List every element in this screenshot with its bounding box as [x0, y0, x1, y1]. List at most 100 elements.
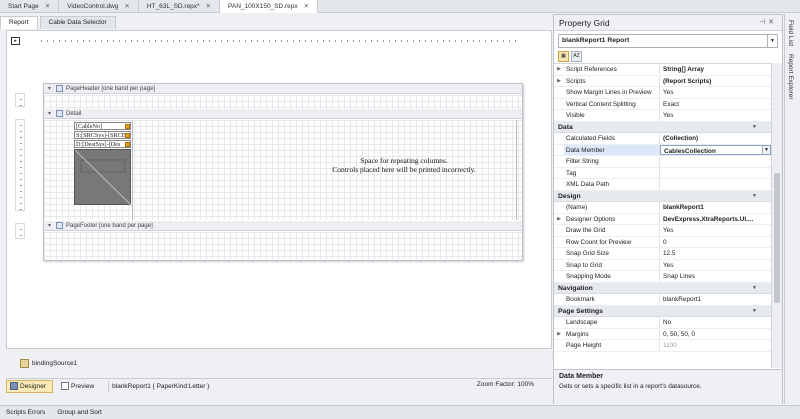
- scroll-thumb[interactable]: [774, 173, 780, 303]
- chevron-down-icon[interactable]: ▼: [752, 191, 757, 202]
- property-row[interactable]: Snap Grid Size 12.5: [554, 248, 771, 260]
- property-category[interactable]: Navigation ▼: [554, 282, 771, 294]
- designer-mode-button[interactable]: Designer: [6, 379, 54, 393]
- collapse-chevron-icon[interactable]: ▾: [48, 84, 56, 94]
- property-row[interactable]: Bookmark blankReport1: [554, 294, 771, 306]
- property-row[interactable]: Visible Yes: [554, 110, 771, 122]
- doc-tab[interactable]: VideoControl.dwg ✕: [59, 0, 139, 13]
- property-row[interactable]: Row Count for Preview 0: [554, 236, 771, 248]
- property-value[interactable]: blankReport1: [660, 202, 771, 213]
- property-value[interactable]: Yes: [660, 260, 771, 271]
- doc-tab[interactable]: HT_63L_SD.repx* ✕: [139, 0, 221, 13]
- doc-tab[interactable]: Start Page ✕: [0, 0, 60, 13]
- property-row[interactable]: XML Data Path: [554, 179, 771, 191]
- collapse-chevron-icon[interactable]: ▾: [48, 221, 56, 231]
- property-value[interactable]: Yes: [660, 110, 771, 121]
- property-value[interactable]: (Collection): [660, 133, 771, 144]
- pin-icon[interactable]: ⊣: [759, 19, 768, 26]
- band-header-pagefooter[interactable]: ▾ PageFooter [one band per page]: [44, 221, 522, 231]
- expand-arrow-icon[interactable]: ▶: [554, 214, 564, 225]
- tab-report-explorer[interactable]: Report Explorer: [787, 54, 794, 100]
- chevron-down-icon[interactable]: ▼: [762, 145, 770, 155]
- property-row[interactable]: ▶ Scripts (Report Scripts): [554, 75, 771, 87]
- zoom-factor-text[interactable]: Zoom Factor: 100%: [477, 381, 534, 388]
- property-value[interactable]: CablesCollection ▼: [660, 144, 771, 155]
- tab-scripts-errors[interactable]: Scripts Errors: [0, 406, 51, 419]
- collapse-chevron-icon[interactable]: ▾: [48, 109, 56, 119]
- property-value[interactable]: 12.5: [660, 248, 771, 259]
- property-row[interactable]: ▶ Designer Options DevExpress.XtraReports.…: [554, 213, 771, 225]
- design-surface[interactable]: ▸ ▾ PageHeader [one band per page] ▾ Detai…: [6, 30, 555, 361]
- property-row[interactable]: Draw the Grid Yes: [554, 225, 771, 237]
- property-row[interactable]: Data Member CablesCollection ▼: [554, 144, 771, 156]
- tab-cable-data-selector[interactable]: Cable Data Selector: [39, 16, 116, 29]
- smart-tag-icon[interactable]: [125, 124, 130, 129]
- band-body-pagefooter[interactable]: [44, 232, 522, 260]
- property-value[interactable]: Exact: [660, 99, 771, 110]
- property-value[interactable]: (Report Scripts): [660, 76, 771, 87]
- property-value[interactable]: No: [660, 317, 771, 328]
- property-value[interactable]: [660, 179, 771, 190]
- alphabetical-sort-icon[interactable]: AZ: [571, 51, 582, 62]
- close-icon[interactable]: ✕: [304, 3, 309, 10]
- destination-label[interactable]: D:[DestSys]-[Des: [74, 140, 131, 148]
- property-row[interactable]: ▶ Margins 0, 50, 50, 0: [554, 328, 771, 340]
- object-selector[interactable]: blankReport1 Report ▼: [558, 34, 778, 48]
- chevron-down-icon[interactable]: ▼: [752, 306, 757, 317]
- property-row[interactable]: (Name) blankReport1: [554, 202, 771, 214]
- chevron-down-icon[interactable]: ▼: [752, 283, 757, 294]
- property-value[interactable]: 1100: [660, 340, 771, 351]
- preview-mode-button[interactable]: Preview: [57, 380, 101, 393]
- chevron-down-icon[interactable]: ▼: [767, 35, 777, 47]
- expand-arrow-icon[interactable]: ▶: [554, 64, 564, 75]
- property-grid-scrollbar[interactable]: [771, 63, 782, 368]
- property-category[interactable]: Page Settings ▼: [554, 305, 771, 317]
- doc-tab[interactable]: PAN_100X150_SD.repx ✕: [220, 0, 319, 13]
- tab-group-and-sort[interactable]: Group and Sort: [51, 406, 107, 419]
- property-value[interactable]: Snap Lines: [660, 271, 771, 282]
- expand-arrow-icon[interactable]: ▶: [554, 329, 564, 340]
- ruler-toggle-icon[interactable]: ▸: [11, 37, 20, 45]
- property-value[interactable]: 0, 50, 50, 0: [660, 329, 771, 340]
- property-value[interactable]: Yes: [660, 225, 771, 236]
- binding-source-component[interactable]: bindingSource1: [20, 359, 77, 368]
- property-value[interactable]: String[] Array: [660, 64, 771, 75]
- property-row[interactable]: Filter String: [554, 156, 771, 168]
- property-row[interactable]: Vertical Content Splitting Exact: [554, 98, 771, 110]
- property-row[interactable]: Tag: [554, 167, 771, 179]
- smart-tag-icon[interactable]: [125, 133, 130, 138]
- tab-report[interactable]: Report: [0, 16, 38, 29]
- cable-no-label[interactable]: [CableNo]: [74, 122, 131, 130]
- property-value[interactable]: [660, 156, 771, 167]
- property-value[interactable]: 0: [660, 237, 771, 248]
- close-icon[interactable]: ✕: [124, 3, 129, 10]
- band-body-detail[interactable]: [CableNo] S:[SRCSys]-[SRCE D:[DestSys]-[…: [44, 120, 522, 220]
- close-icon[interactable]: ✕: [768, 19, 777, 26]
- categorized-view-icon[interactable]: ▦: [558, 51, 569, 62]
- property-category[interactable]: Data ▼: [554, 121, 771, 133]
- property-row[interactable]: Snapping Mode Snap Lines: [554, 271, 771, 283]
- band-header-detail[interactable]: ▾ Detail: [44, 109, 522, 119]
- property-value[interactable]: DevExpress.XtraReports.UI....: [660, 214, 771, 225]
- band-body-pageheader[interactable]: [44, 95, 522, 109]
- property-row[interactable]: Landscape No: [554, 317, 771, 329]
- source-label[interactable]: S:[SRCSys]-[SRCE: [74, 131, 131, 139]
- property-value-text: (Collection): [663, 135, 699, 142]
- property-row[interactable]: Show Margin Lines in Preview Yes: [554, 87, 771, 99]
- property-row[interactable]: ▶ Script References String[] Array: [554, 64, 771, 76]
- band-header-pageheader[interactable]: ▾ PageHeader [one band per page]: [44, 84, 522, 94]
- picture-box[interactable]: [74, 149, 132, 206]
- close-icon[interactable]: ✕: [206, 3, 211, 10]
- smart-tag-icon[interactable]: [125, 142, 130, 147]
- property-category[interactable]: Design ▼: [554, 190, 771, 202]
- property-value[interactable]: [660, 168, 771, 179]
- property-row[interactable]: Snap to Grid Yes: [554, 259, 771, 271]
- close-icon[interactable]: ✕: [45, 3, 50, 10]
- chevron-down-icon[interactable]: ▼: [752, 122, 757, 133]
- property-value[interactable]: Yes: [660, 87, 771, 98]
- property-row[interactable]: Calculated Fields (Collection): [554, 133, 771, 145]
- expand-arrow-icon[interactable]: ▶: [554, 76, 564, 87]
- property-value[interactable]: blankReport1: [660, 294, 771, 305]
- property-row[interactable]: Page Height 1100: [554, 340, 771, 352]
- tab-field-list[interactable]: Field List: [787, 20, 794, 46]
